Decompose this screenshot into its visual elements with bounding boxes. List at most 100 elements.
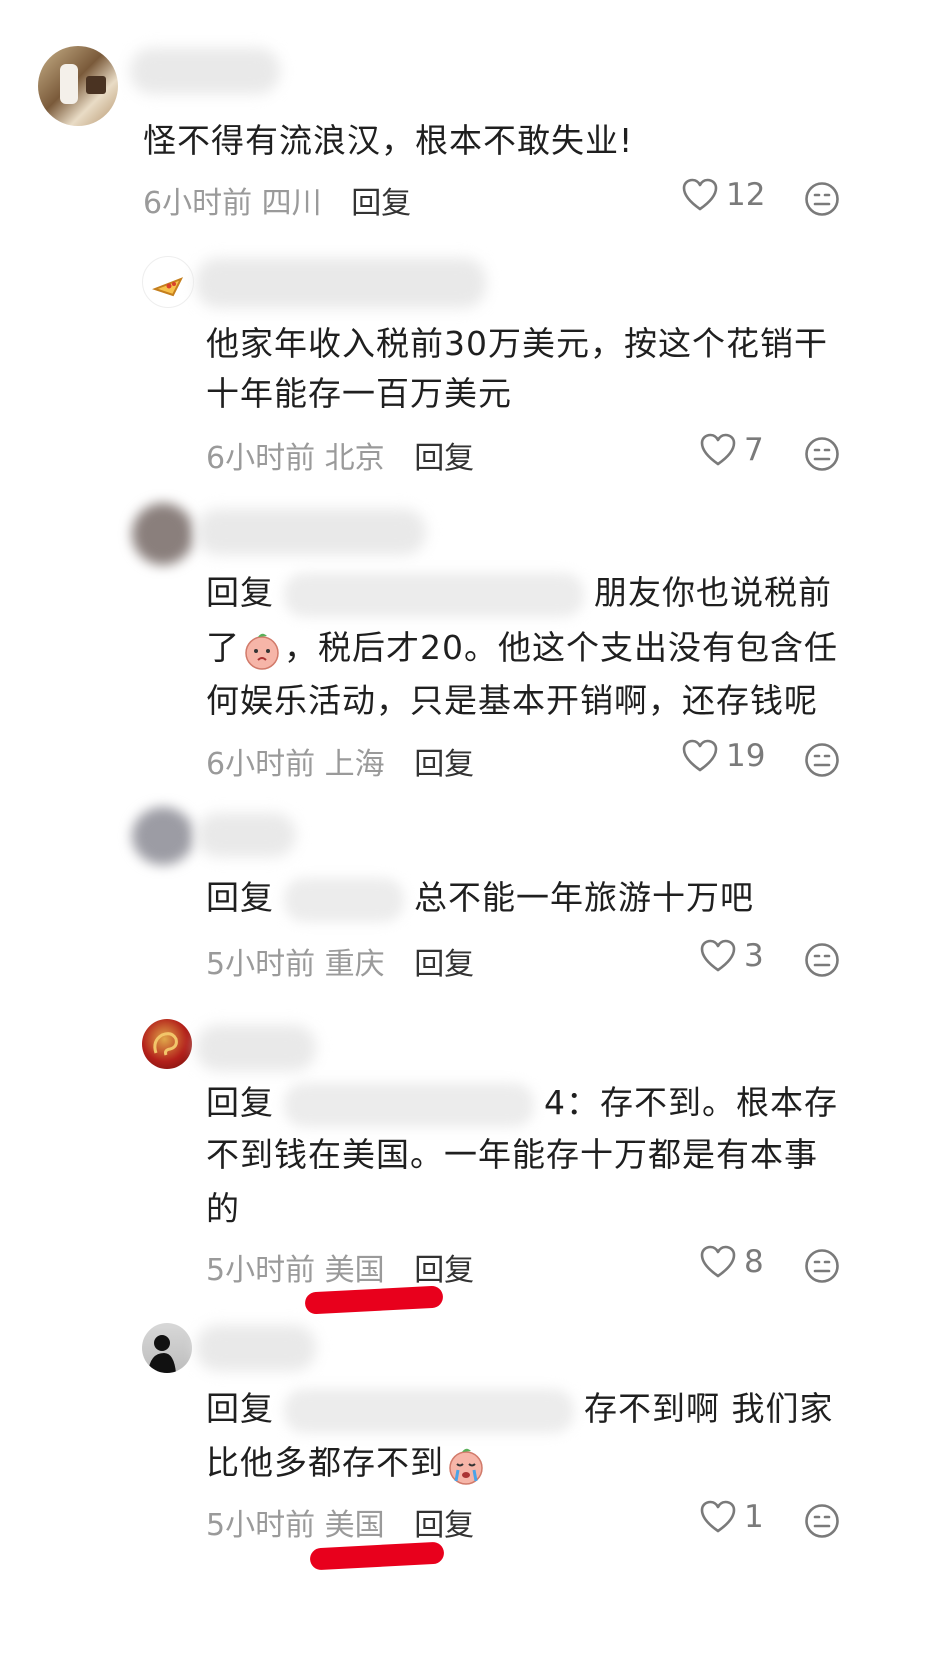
heart-icon xyxy=(700,433,736,466)
comment-time: 6小时前 xyxy=(206,747,316,782)
reply-item: 回复 存不到啊 我们家 比他多都存不到 5小时前 美国 回复 1 xyxy=(0,1315,942,1656)
username-redacted[interactable] xyxy=(196,1325,316,1371)
mention-redacted[interactable] xyxy=(284,877,404,922)
comment-location: 美国 xyxy=(324,1253,385,1288)
heart-icon xyxy=(682,178,718,211)
mention-redacted[interactable] xyxy=(284,1388,574,1433)
reply-button[interactable]: 回复 xyxy=(414,747,474,782)
dislike-face-icon[interactable] xyxy=(804,942,840,978)
like-button[interactable]: 8 xyxy=(700,1244,764,1280)
comment-meta: 5小时前 美国 回复 xyxy=(206,1500,474,1544)
comment-time: 5小时前 xyxy=(206,947,316,982)
crying-peach-sticker-icon xyxy=(245,633,279,670)
comment-item: 怪不得有流浪汉，根本不敢失业! 6小时前 四川 回复 12 xyxy=(0,0,942,240)
silhouette-avatar[interactable] xyxy=(142,1323,192,1373)
blurred-avatar[interactable] xyxy=(132,807,194,865)
comment-text-line: 的 xyxy=(206,1189,240,1228)
comment-time: 6小时前 xyxy=(143,186,253,221)
reply-prefix: 回复 xyxy=(206,1083,274,1122)
username-redacted[interactable] xyxy=(196,813,296,857)
pizza-avatar[interactable] xyxy=(142,256,194,308)
dislike-face-icon[interactable] xyxy=(804,1248,840,1284)
heart-icon xyxy=(682,739,718,772)
heart-icon xyxy=(700,1245,736,1278)
reply-item: 回复 4：存不到。根本存 不到钱在美国。一年能存十万都是有本事 的 5小时前 美国… xyxy=(0,1015,942,1315)
comment-text: 4：存不到。根本存 xyxy=(544,1083,838,1122)
comment-text-line: 他家年收入税前30万美元，按这个花销干 xyxy=(206,324,828,363)
reply-button[interactable]: 回复 xyxy=(351,186,411,221)
dislike-face-icon[interactable] xyxy=(804,181,840,217)
comment-location: 四川 xyxy=(261,186,322,221)
reply-item: 他家年收入税前30万美元，按这个花销干 十年能存一百万美元 6小时前 北京 回复… xyxy=(0,240,942,495)
heart-icon xyxy=(700,1500,736,1533)
person-silhouette-icon xyxy=(148,1335,176,1373)
comment-text-line: 回复 总不能一年旅游十万吧 xyxy=(206,870,754,925)
comment-meta: 6小时前 四川 回复 xyxy=(143,178,411,222)
mention-redacted[interactable] xyxy=(284,572,584,617)
comment-location: 上海 xyxy=(324,747,385,782)
dragon-icon xyxy=(153,1032,178,1056)
like-count: 7 xyxy=(744,432,764,468)
reply-prefix: 回复 xyxy=(206,573,274,612)
red-underline-annotation xyxy=(304,1285,444,1315)
reply-button[interactable]: 回复 xyxy=(414,1508,474,1543)
red-underline-annotation xyxy=(309,1541,445,1571)
like-count: 3 xyxy=(744,938,764,974)
comment-location: 重庆 xyxy=(324,947,385,982)
comment-time: 6小时前 xyxy=(206,441,316,476)
comment-text: 了 xyxy=(206,628,240,667)
reply-button[interactable]: 回复 xyxy=(414,947,474,982)
comment-meta: 6小时前 上海 回复 xyxy=(206,739,474,783)
comment-meta: 5小时前 重庆 回复 xyxy=(206,939,474,983)
comment-text-line: 回复 4：存不到。根本存 xyxy=(206,1075,838,1130)
comment-text: 朋友你也说税前 xyxy=(594,573,832,612)
dislike-face-icon[interactable] xyxy=(804,1503,840,1539)
like-button[interactable]: 12 xyxy=(682,177,765,213)
comment-text: 怪不得有流浪汉，根本不敢失业! xyxy=(143,121,634,160)
comment-location: 北京 xyxy=(324,441,385,476)
comment-meta: 5小时前 美国 回复 xyxy=(206,1245,474,1289)
pizza-icon xyxy=(152,277,184,297)
restaurant-photo-avatar[interactable] xyxy=(38,46,118,126)
comment-text-line: 回复 存不到啊 我们家 xyxy=(206,1381,834,1436)
comment-text-line: 比他多都存不到 xyxy=(206,1435,488,1490)
reply-prefix: 回复 xyxy=(206,1389,274,1428)
like-count: 1 xyxy=(744,1499,764,1535)
reply-button[interactable]: 回复 xyxy=(414,441,474,476)
comment-text-line: 了 ，税后才20。他这个支出没有包含任 xyxy=(206,620,838,675)
comment-text: 比他多都存不到 xyxy=(206,1443,444,1482)
dragon-avatar[interactable] xyxy=(142,1019,192,1069)
reply-item: 回复 朋友你也说税前 了 ，税后才20。他这个支出没有包含任 何娱乐活动，只是基本开… xyxy=(0,495,942,805)
comment-text-line: 不到钱在美国。一年能存十万都是有本事 xyxy=(206,1135,818,1174)
dislike-face-icon[interactable] xyxy=(804,742,840,778)
dislike-face-icon[interactable] xyxy=(804,436,840,472)
like-count: 8 xyxy=(744,1244,764,1280)
username-redacted[interactable] xyxy=(130,48,280,94)
reply-button[interactable]: 回复 xyxy=(414,1253,474,1288)
like-button[interactable]: 19 xyxy=(682,738,765,774)
reply-item: 回复 总不能一年旅游十万吧 5小时前 重庆 回复 3 xyxy=(0,805,942,1015)
reply-prefix: 回复 xyxy=(206,878,274,917)
like-button[interactable]: 1 xyxy=(700,1499,764,1535)
like-button[interactable]: 7 xyxy=(700,432,764,468)
heart-icon xyxy=(700,939,736,972)
blurred-avatar[interactable] xyxy=(132,503,194,565)
like-count: 19 xyxy=(726,738,766,774)
comment-location: 美国 xyxy=(324,1508,385,1543)
username-redacted[interactable] xyxy=(196,509,426,555)
comment-time: 5小时前 xyxy=(206,1253,316,1288)
mention-redacted[interactable] xyxy=(284,1082,534,1127)
crying-peach-sticker-icon xyxy=(449,1448,483,1485)
comment-text: 存不到啊 我们家 xyxy=(584,1389,834,1428)
like-button[interactable]: 3 xyxy=(700,938,764,974)
comment-meta: 6小时前 北京 回复 xyxy=(206,433,474,477)
comment-text-line: 何娱乐活动，只是基本开销啊，还存钱呢 xyxy=(206,681,818,720)
like-count: 12 xyxy=(726,177,766,213)
comment-text: 总不能一年旅游十万吧 xyxy=(414,878,754,917)
comment-text-line: 十年能存一百万美元 xyxy=(206,374,512,413)
username-redacted[interactable] xyxy=(196,258,486,308)
comment-text: ，税后才20。他这个支出没有包含任 xyxy=(284,628,838,667)
comment-text-line: 回复 朋友你也说税前 xyxy=(206,565,832,620)
username-redacted[interactable] xyxy=(196,1025,316,1071)
comment-time: 5小时前 xyxy=(206,1508,316,1543)
